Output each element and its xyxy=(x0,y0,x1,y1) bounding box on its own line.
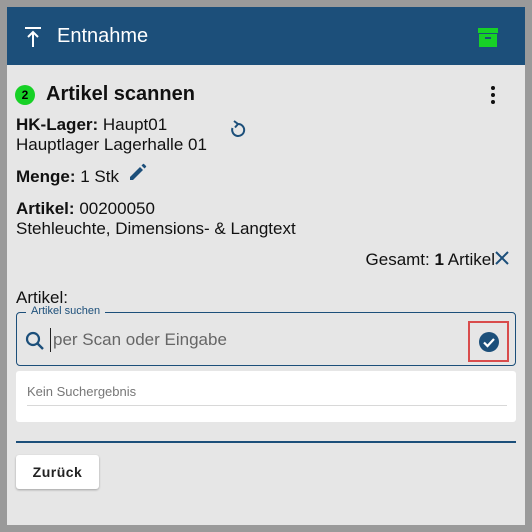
app-header: Entnahme xyxy=(7,7,525,65)
hk-lager-label: HK-Lager: xyxy=(16,115,99,134)
upload-arrow-icon xyxy=(25,27,41,47)
artikel-info-label: Artikel: xyxy=(16,199,75,218)
artikel-info-description: Stehleuchte, Dimensions- & Langtext xyxy=(16,219,296,238)
close-icon[interactable] xyxy=(493,249,511,267)
search-input[interactable] xyxy=(50,328,450,352)
menge-value: 1 Stk xyxy=(80,167,119,186)
no-result-text: Kein Suchergebnis xyxy=(27,384,137,399)
search-icon xyxy=(25,331,44,350)
results-divider xyxy=(27,405,507,406)
search-field-legend: Artikel suchen xyxy=(26,305,106,317)
more-vertical-icon[interactable] xyxy=(485,85,501,105)
section-divider xyxy=(16,441,516,443)
total-unit: Artikel xyxy=(447,250,495,269)
check-circle-icon xyxy=(479,332,499,352)
search-results-panel: Kein Suchergebnis xyxy=(16,371,516,422)
menge-label: Menge: xyxy=(16,167,76,186)
hk-lager-row: HK-Lager: Haupt01 xyxy=(16,115,167,135)
total-count: 1 xyxy=(434,250,444,269)
step-title: Artikel scannen xyxy=(46,83,195,105)
total-summary: Gesamt: 1 Artikel xyxy=(366,250,495,270)
total-label: Gesamt: xyxy=(365,250,430,269)
artikel-info-row: Artikel: 00200050 xyxy=(16,199,155,219)
artikel-info-value: 00200050 xyxy=(79,199,155,218)
step-number-badge: 2 xyxy=(15,85,35,105)
page-title: Entnahme xyxy=(57,25,149,47)
back-button[interactable]: Zurück xyxy=(16,455,99,489)
menge-row: Menge: 1 Stk xyxy=(16,167,119,187)
confirm-button[interactable] xyxy=(468,321,509,362)
refresh-icon[interactable] xyxy=(228,120,248,140)
archive-icon[interactable] xyxy=(477,26,499,48)
hk-lager-description: Hauptlager Lagerhalle 01 xyxy=(16,135,207,154)
pencil-icon[interactable] xyxy=(128,162,148,182)
hk-lager-value: Haupt01 xyxy=(102,115,168,134)
app-frame: Entnahme 2 Artikel scannen HK-Lager: Hau… xyxy=(7,7,525,525)
